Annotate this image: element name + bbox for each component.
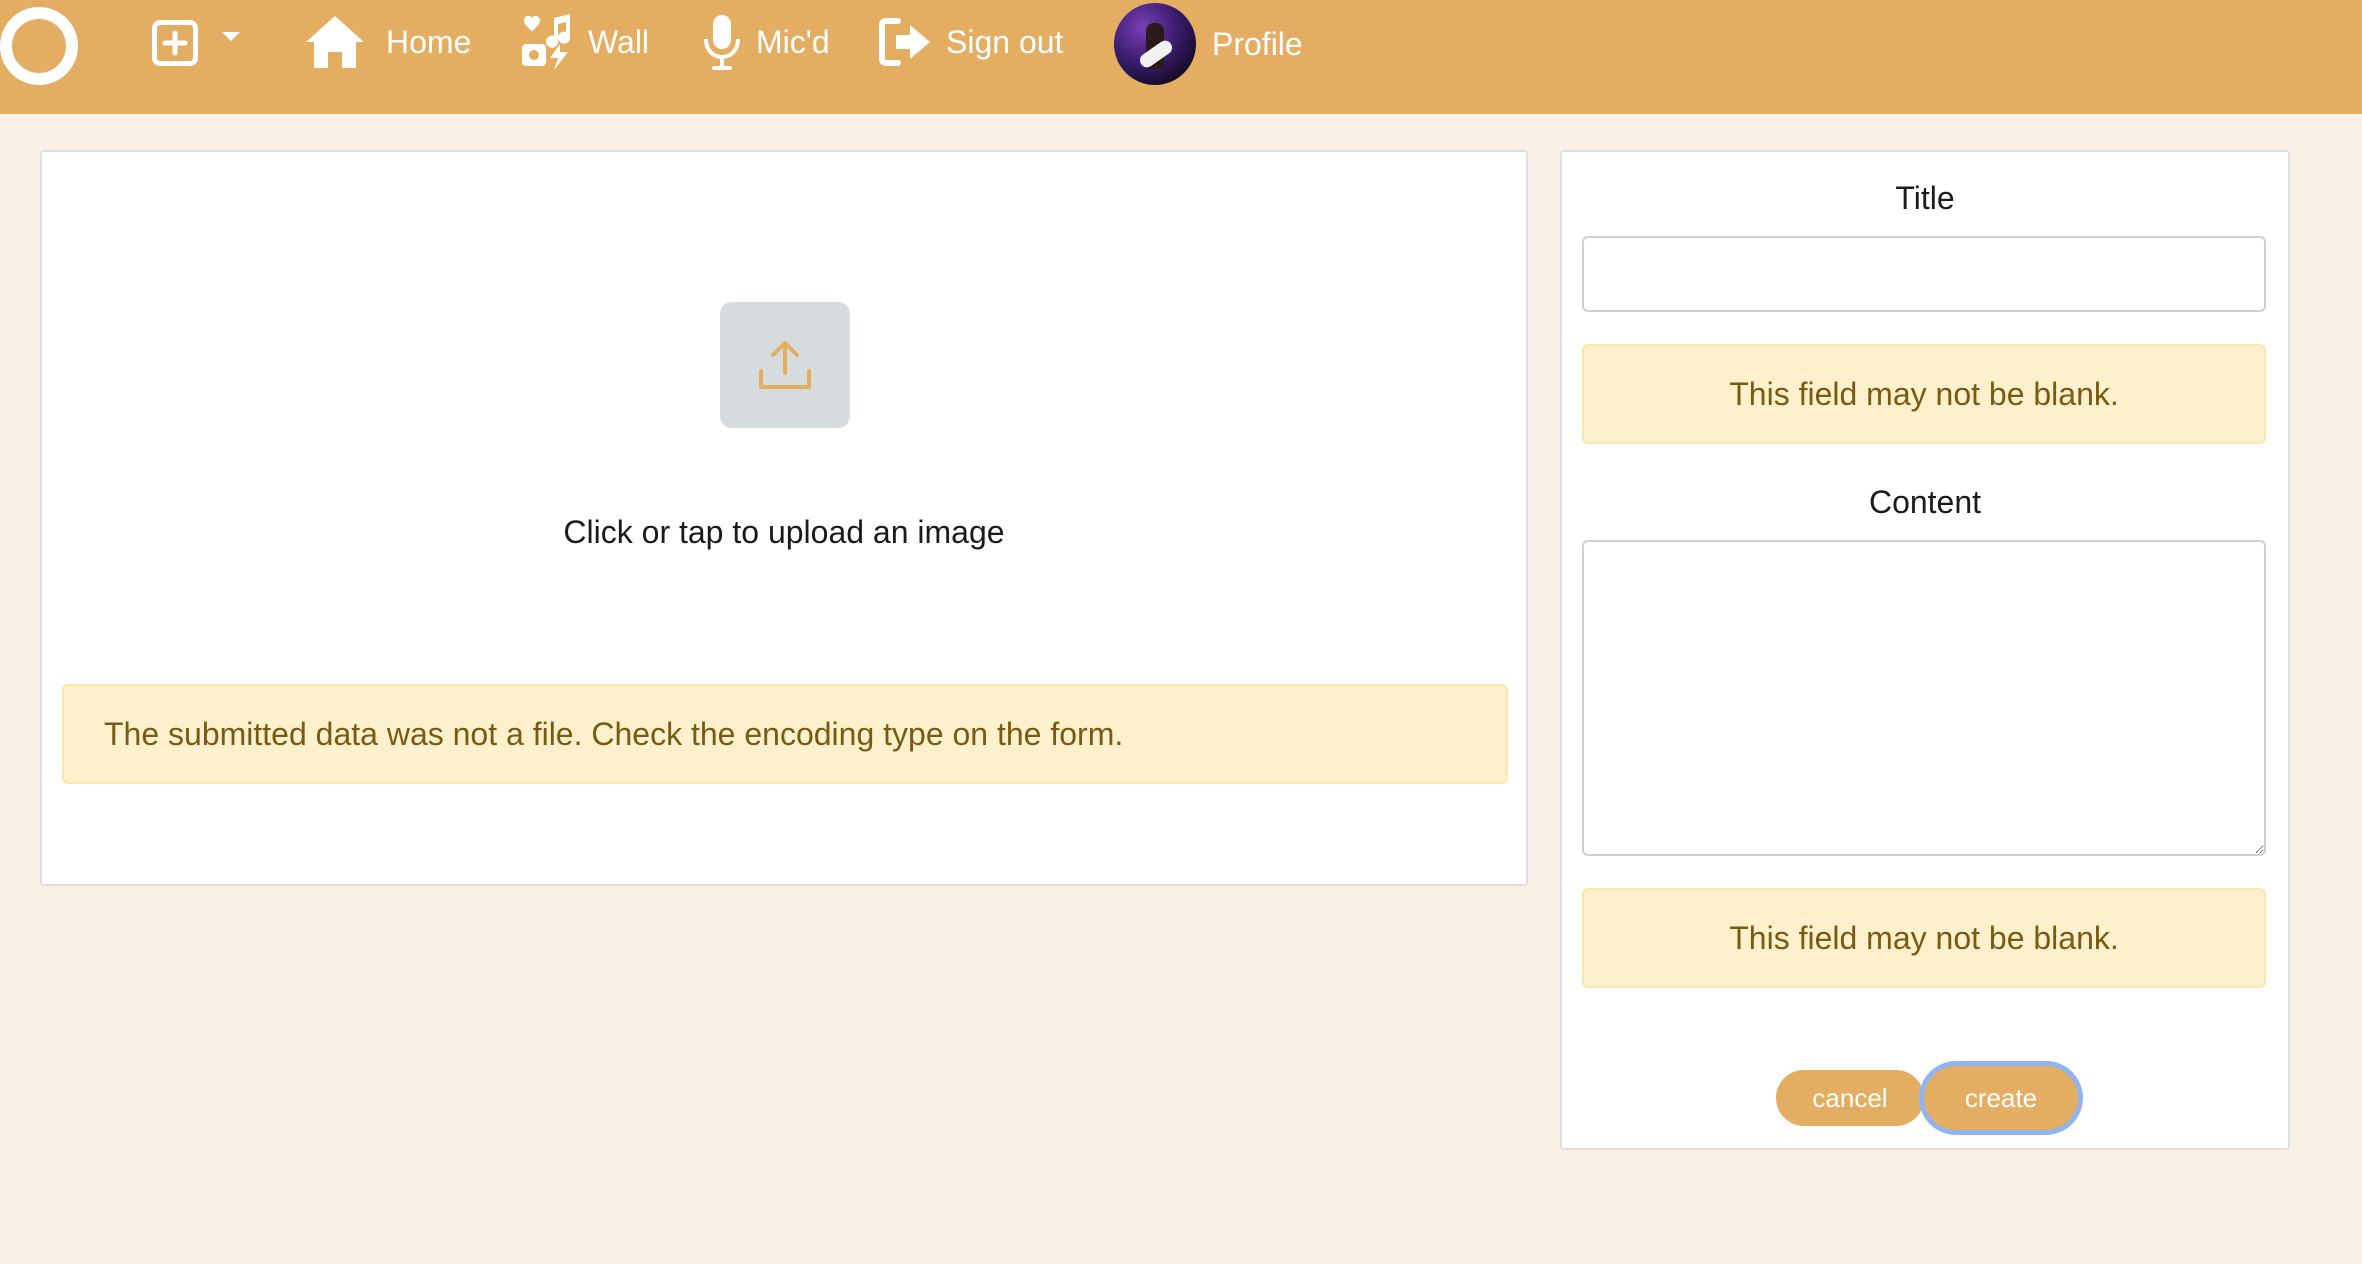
avatar	[1114, 3, 1196, 85]
upload-prompt[interactable]: Click or tap to upload an image	[42, 514, 1526, 551]
add-post-dropdown[interactable]	[152, 18, 242, 68]
nav-profile-label: Profile	[1212, 25, 1303, 62]
create-button[interactable]: create	[1924, 1066, 2078, 1130]
ring-logo-icon[interactable]	[0, 4, 80, 88]
nav-wall-link[interactable]: Wall	[520, 12, 649, 72]
chevron-down-icon	[222, 31, 240, 41]
nav-wall-label: Wall	[588, 23, 650, 60]
title-input[interactable]	[1582, 236, 2266, 312]
content-label: Content	[1868, 484, 1982, 520]
cancel-button[interactable]: cancel	[1776, 1070, 1924, 1126]
nav-profile-link[interactable]: Profile	[1114, 3, 1303, 85]
nav-micd-link[interactable]: Mic'd	[702, 12, 830, 72]
content-textarea[interactable]	[1582, 540, 2266, 856]
content-error-alert: This field may not be blank.	[1582, 888, 2266, 988]
title-error-alert: This field may not be blank.	[1582, 344, 2266, 444]
house-icon	[306, 16, 364, 68]
nav-home-link[interactable]: Home	[304, 12, 471, 72]
microphone-icon	[704, 15, 740, 70]
music-notes-icon	[522, 14, 570, 70]
plus-square-icon	[152, 20, 198, 66]
navbar: Home Wall Mic'd Sign out Profile	[0, 0, 2362, 114]
post-form-card: Title This field may not be blank. Conte…	[1560, 150, 2290, 1150]
upload-error-alert: The submitted data was not a file. Check…	[62, 684, 1508, 784]
upload-image-button[interactable]	[720, 302, 850, 428]
title-label: Title	[1895, 180, 1955, 216]
sign-out-icon	[879, 18, 930, 66]
nav-signout-label: Sign out	[946, 23, 1064, 60]
nav-signout-link[interactable]: Sign out	[878, 12, 1063, 72]
nav-micd-label: Mic'd	[756, 23, 830, 60]
image-upload-card: Click or tap to upload an image The subm…	[40, 150, 1528, 886]
nav-home-label: Home	[386, 23, 472, 60]
upload-icon	[759, 341, 811, 389]
